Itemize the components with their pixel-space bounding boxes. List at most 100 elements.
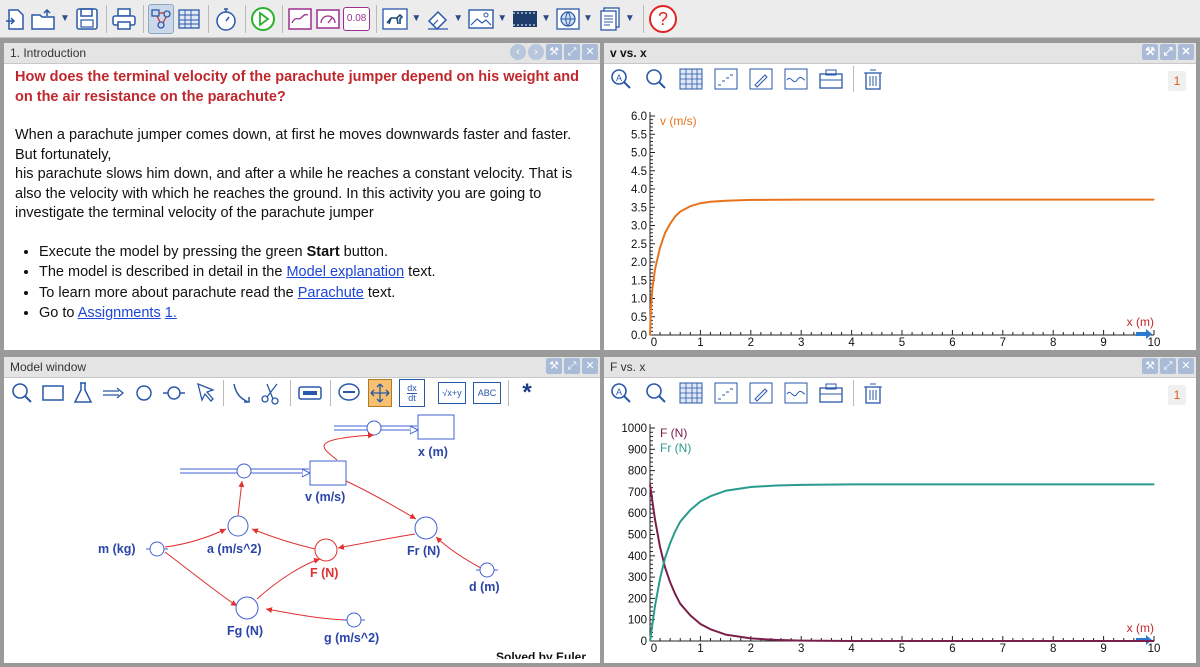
data-point [800, 639, 802, 642]
flask-icon[interactable] [72, 380, 94, 406]
assignment-1-link[interactable]: 1. [165, 305, 177, 321]
close-icon[interactable]: ✕ [582, 44, 598, 60]
graph-button[interactable] [287, 4, 313, 34]
stock-x[interactable] [417, 414, 455, 440]
variable-F[interactable] [314, 538, 338, 562]
constant-m[interactable] [146, 541, 168, 557]
trash-icon[interactable] [853, 380, 886, 406]
magnifier-icon[interactable] [10, 380, 34, 406]
stock-v[interactable] [309, 460, 347, 486]
table-icon[interactable] [678, 380, 704, 406]
variable-Fr[interactable] [414, 516, 438, 540]
y-tick-label: 500 [628, 530, 647, 542]
print-button[interactable] [111, 4, 137, 34]
image-button[interactable] [467, 4, 495, 34]
close-icon[interactable]: ✕ [1178, 44, 1194, 60]
fit-curve-icon[interactable] [783, 380, 809, 406]
flow-into-x[interactable] [334, 420, 417, 436]
data-point [669, 581, 671, 584]
relation-arrow-icon[interactable] [223, 380, 252, 406]
open-file-button[interactable] [30, 4, 58, 34]
sketch-dropdown-icon[interactable]: ▼ [453, 13, 463, 24]
x-tick-label: 4 [848, 643, 855, 655]
auto-scale-icon[interactable]: A [608, 380, 634, 406]
maximize-icon[interactable]: ⤢ [564, 358, 580, 374]
toolbox-icon[interactable] [818, 66, 844, 92]
fit-curve-icon[interactable] [783, 66, 809, 92]
constant-icon[interactable] [161, 380, 187, 406]
animation-button[interactable] [381, 4, 409, 34]
pen-tool-icon[interactable] [748, 66, 774, 92]
variable-Fg[interactable] [235, 596, 259, 620]
panel-controls: ⚒ ⤢ ✕ [1142, 44, 1194, 60]
data-point [649, 483, 651, 486]
web-button[interactable] [555, 4, 581, 34]
derivative-button[interactable]: dx dt [399, 379, 425, 407]
maximize-icon[interactable]: ⤢ [1160, 358, 1176, 374]
document-dropdown-icon[interactable]: ▼ [625, 13, 635, 24]
video-dropdown-icon[interactable]: ▼ [541, 13, 551, 24]
forward-arrow-icon[interactable]: › [528, 44, 544, 60]
table-icon[interactable] [678, 66, 704, 92]
data-point [725, 490, 727, 492]
value-display-button[interactable]: 0.08 [342, 6, 371, 31]
start-button[interactable] [250, 4, 276, 34]
zoom-icon[interactable] [643, 66, 669, 92]
maximize-icon[interactable]: ⤢ [1160, 44, 1176, 60]
table-view-button[interactable] [176, 4, 202, 34]
y-tick-label: 0 [641, 636, 647, 648]
stock-tool-icon[interactable] [41, 380, 65, 406]
constant-g[interactable] [343, 612, 365, 628]
wrench-icon[interactable]: ⚒ [1142, 44, 1158, 60]
scissors-icon[interactable] [259, 380, 283, 406]
x-tick-label: 0 [651, 643, 657, 655]
wrench-icon[interactable]: ⚒ [546, 44, 562, 60]
assignments-link[interactable]: Assignments [78, 305, 161, 321]
wrench-icon[interactable]: ⚒ [1142, 358, 1158, 374]
video-button[interactable] [511, 4, 539, 34]
wrench-icon[interactable]: ⚒ [546, 358, 562, 374]
comment-icon[interactable] [330, 380, 361, 406]
constant-d[interactable] [476, 562, 498, 578]
help-button[interactable]: ? [648, 4, 678, 34]
open-dropdown-icon[interactable]: ▼ [60, 13, 70, 24]
zoom-icon[interactable] [643, 380, 669, 406]
flow-into-v[interactable] [180, 463, 309, 479]
asterisk-icon[interactable]: * [508, 379, 537, 406]
text-label-button[interactable]: ABC [473, 382, 501, 404]
move-arrows-icon[interactable] [368, 379, 392, 407]
timer-button[interactable] [213, 4, 239, 34]
formula-button[interactable]: √x+y [438, 382, 466, 404]
close-icon[interactable]: ✕ [1178, 358, 1194, 374]
scatter-points-icon[interactable] [713, 66, 739, 92]
model-explanation-link[interactable]: Model explanation [286, 264, 404, 280]
document-button[interactable] [597, 4, 623, 34]
new-file-button[interactable] [2, 4, 28, 34]
maximize-icon[interactable]: ⤢ [564, 44, 580, 60]
save-button[interactable] [74, 4, 100, 34]
pen-tool-icon[interactable] [748, 380, 774, 406]
auxiliary-variable-icon[interactable] [134, 380, 154, 406]
main-toolbar: ▼ 0.08 ▼ ▼ ▼ ▼ ▼ ▼ ? [0, 0, 1200, 38]
F-vs-x-chart[interactable]: 0 100 200 300 400 500 600 700 800 900 1000 0 1 2 3 4 5 6 7… [604, 412, 1196, 662]
back-arrow-icon[interactable]: ‹ [510, 44, 526, 60]
web-dropdown-icon[interactable]: ▼ [583, 13, 593, 24]
trash-icon[interactable] [853, 66, 886, 92]
text-box-icon[interactable] [290, 380, 323, 406]
animation-dropdown-icon[interactable]: ▼ [411, 13, 421, 24]
toolbox-icon[interactable] [818, 380, 844, 406]
v-vs-x-chart[interactable]: 0.0 0.5 1.0 1.5 2.0 2.5 3.0 3.5 4.0 4.5 5.0 5.5 6.0 0… [604, 98, 1196, 348]
model-view-button[interactable] [147, 3, 174, 34]
scatter-points-icon[interactable] [713, 380, 739, 406]
image-dropdown-icon[interactable]: ▼ [497, 13, 507, 24]
text-label: ABC [477, 388, 497, 398]
pointer-icon[interactable] [194, 380, 216, 406]
meter-button[interactable] [315, 4, 341, 34]
model-diagram[interactable]: x (m) v (m/s) a (m/s^2) m (kg) F (N) Fr … [4, 409, 600, 659]
sketch-button[interactable] [425, 4, 451, 34]
flow-tool-icon[interactable] [101, 380, 127, 406]
auto-scale-icon[interactable]: A [608, 66, 634, 92]
variable-a[interactable] [227, 515, 249, 537]
close-icon[interactable]: ✕ [582, 358, 598, 374]
parachute-link[interactable]: Parachute [298, 285, 364, 301]
